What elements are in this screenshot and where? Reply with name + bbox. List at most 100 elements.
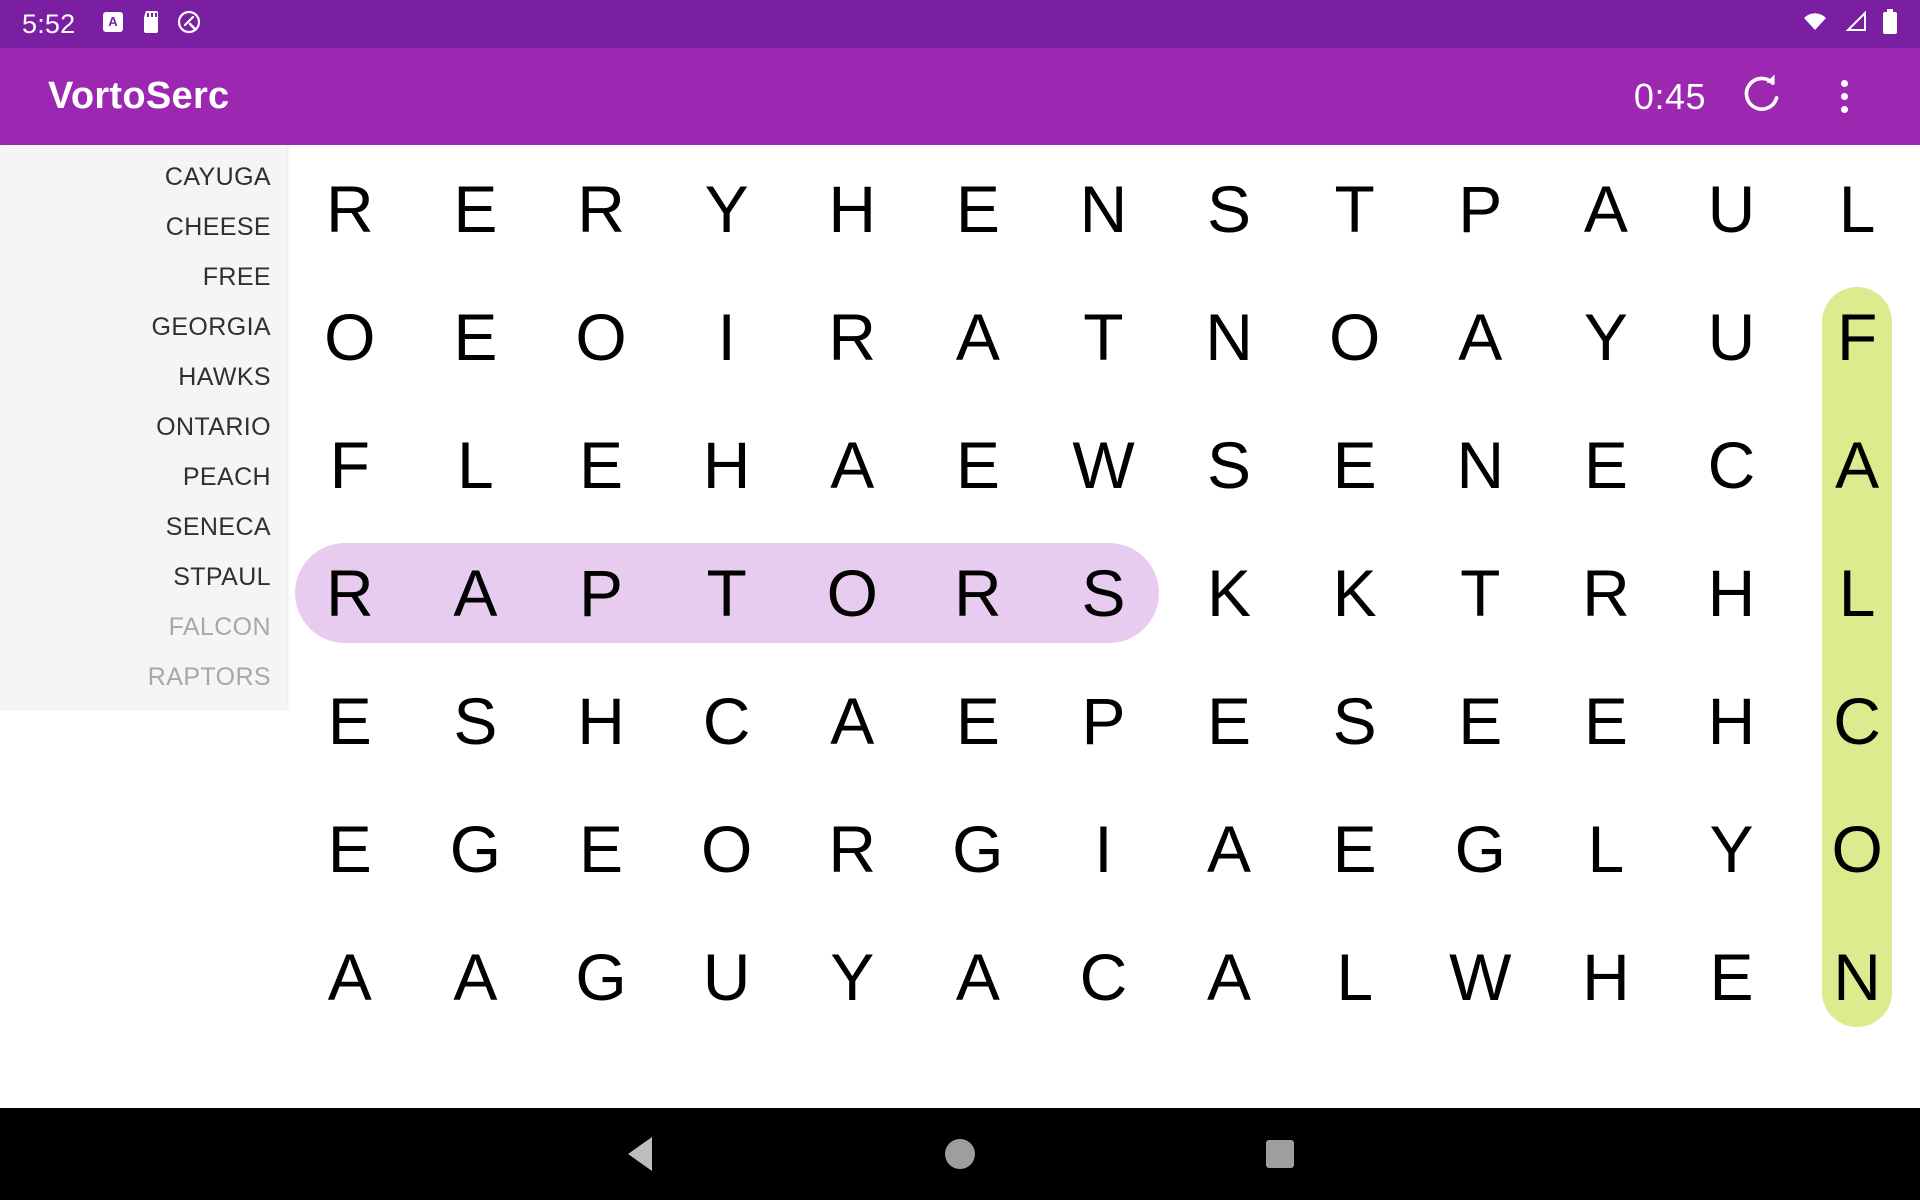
letter-cell[interactable]: R xyxy=(915,529,1041,657)
letter-cell[interactable]: F xyxy=(287,401,413,529)
letter-cell[interactable]: Y xyxy=(1543,273,1669,401)
letter-cell[interactable]: E xyxy=(1669,913,1795,1041)
letter-cell[interactable]: P xyxy=(1041,657,1167,785)
letter-cell[interactable]: H xyxy=(664,401,790,529)
letter-cell[interactable]: O xyxy=(287,273,413,401)
letter-cell[interactable]: A xyxy=(915,273,1041,401)
letter-cell[interactable]: N xyxy=(1166,273,1292,401)
letter-cell[interactable]: O xyxy=(664,785,790,913)
letter-cell[interactable]: C xyxy=(664,657,790,785)
letter-cell[interactable]: U xyxy=(1669,273,1795,401)
letter-cell[interactable]: E xyxy=(1292,401,1418,529)
letter-cell[interactable]: C xyxy=(1669,401,1795,529)
letter-cell[interactable]: E xyxy=(1166,657,1292,785)
letter-cell[interactable]: A xyxy=(789,401,915,529)
recents-button[interactable] xyxy=(1245,1119,1315,1189)
letter-cell[interactable]: O xyxy=(538,273,664,401)
letter-cell[interactable]: A xyxy=(1166,913,1292,1041)
letter-cell[interactable]: H xyxy=(789,145,915,273)
letter-cell[interactable]: N xyxy=(1794,913,1920,1041)
letter-cell[interactable]: C xyxy=(1794,657,1920,785)
letter-cell[interactable]: A xyxy=(287,913,413,1041)
letter-cell[interactable]: T xyxy=(1041,273,1167,401)
letter-cell[interactable]: A xyxy=(789,657,915,785)
letter-cell[interactable]: E xyxy=(287,657,413,785)
letter-cell[interactable]: T xyxy=(1417,529,1543,657)
letter-cell[interactable]: Y xyxy=(1669,785,1795,913)
letter-cell[interactable]: G xyxy=(915,785,1041,913)
back-button[interactable] xyxy=(605,1119,675,1189)
letter-cell[interactable]: N xyxy=(1041,145,1167,273)
letter-cell[interactable]: A xyxy=(413,913,539,1041)
letter-cell[interactable]: E xyxy=(538,785,664,913)
letter-cell[interactable]: K xyxy=(1292,529,1418,657)
overflow-menu-button[interactable] xyxy=(1818,71,1870,123)
letter-cell[interactable]: L xyxy=(1292,913,1418,1041)
letter-cell[interactable]: P xyxy=(538,529,664,657)
letter-cell[interactable]: E xyxy=(538,401,664,529)
letter-cell[interactable]: G xyxy=(538,913,664,1041)
letter-cell[interactable]: E xyxy=(1543,657,1669,785)
letter-cell[interactable]: R xyxy=(287,145,413,273)
letter-cell[interactable]: R xyxy=(538,145,664,273)
letter-cell[interactable]: A xyxy=(1166,785,1292,913)
letter-cell[interactable]: L xyxy=(1794,529,1920,657)
letter-cell[interactable]: E xyxy=(915,401,1041,529)
refresh-button[interactable] xyxy=(1736,71,1788,123)
letter-cell[interactable]: E xyxy=(287,785,413,913)
letter-cell[interactable]: E xyxy=(1417,657,1543,785)
letter-cell[interactable]: U xyxy=(664,913,790,1041)
letter-cell[interactable]: A xyxy=(413,529,539,657)
letter-cell[interactable]: E xyxy=(915,145,1041,273)
letter-cell[interactable]: L xyxy=(1543,785,1669,913)
letter-cell[interactable]: L xyxy=(1794,145,1920,273)
letter-cell[interactable]: E xyxy=(1292,785,1418,913)
letter-cell[interactable]: N xyxy=(1417,401,1543,529)
letter-cell[interactable]: A xyxy=(915,913,1041,1041)
letter-cell[interactable]: U xyxy=(1669,145,1795,273)
letter-cell[interactable]: S xyxy=(413,657,539,785)
letter-cell[interactable]: F xyxy=(1794,273,1920,401)
letter-cell[interactable]: K xyxy=(1166,529,1292,657)
letter-grid[interactable]: RERYHENSTPAULOEOIRATNOAYUFFLEHAEWSENECAR… xyxy=(287,145,1920,1108)
letter-cell[interactable]: S xyxy=(1041,529,1167,657)
letter-cell[interactable]: S xyxy=(1166,401,1292,529)
letter-cell[interactable]: Y xyxy=(664,145,790,273)
letter-cell[interactable]: A xyxy=(1794,401,1920,529)
letter-cell[interactable]: E xyxy=(413,145,539,273)
status-bar: 5:52 A xyxy=(0,0,1920,48)
letter-cell[interactable]: C xyxy=(1041,913,1167,1041)
letter-grid-row: RERYHENSTPAUL xyxy=(287,145,1920,273)
letter-cell[interactable]: S xyxy=(1292,657,1418,785)
home-button[interactable] xyxy=(925,1119,995,1189)
letter-cell[interactable]: T xyxy=(1292,145,1418,273)
letter-cell[interactable]: E xyxy=(1543,401,1669,529)
letter-cell[interactable]: S xyxy=(1166,145,1292,273)
letter-cell[interactable]: R xyxy=(1543,529,1669,657)
letter-cell[interactable]: H xyxy=(538,657,664,785)
letter-cell[interactable]: O xyxy=(1292,273,1418,401)
letter-cell[interactable]: I xyxy=(1041,785,1167,913)
letter-cell[interactable]: E xyxy=(413,273,539,401)
recents-icon xyxy=(1266,1140,1294,1168)
letter-cell[interactable]: Y xyxy=(789,913,915,1041)
letter-cell[interactable]: P xyxy=(1417,145,1543,273)
letter-cell[interactable]: A xyxy=(1543,145,1669,273)
letter-cell[interactable]: W xyxy=(1041,401,1167,529)
letter-cell[interactable]: R xyxy=(287,529,413,657)
letter-cell[interactable]: T xyxy=(664,529,790,657)
letter-cell[interactable]: R xyxy=(789,785,915,913)
letter-cell[interactable]: R xyxy=(789,273,915,401)
letter-cell[interactable]: L xyxy=(413,401,539,529)
letter-cell[interactable]: I xyxy=(664,273,790,401)
letter-cell[interactable]: G xyxy=(1417,785,1543,913)
letter-cell[interactable]: H xyxy=(1543,913,1669,1041)
letter-cell[interactable]: G xyxy=(413,785,539,913)
letter-cell[interactable]: O xyxy=(789,529,915,657)
letter-cell[interactable]: A xyxy=(1417,273,1543,401)
letter-cell[interactable]: O xyxy=(1794,785,1920,913)
letter-cell[interactable]: E xyxy=(915,657,1041,785)
letter-cell[interactable]: H xyxy=(1669,529,1795,657)
letter-cell[interactable]: W xyxy=(1417,913,1543,1041)
letter-cell[interactable]: H xyxy=(1669,657,1795,785)
